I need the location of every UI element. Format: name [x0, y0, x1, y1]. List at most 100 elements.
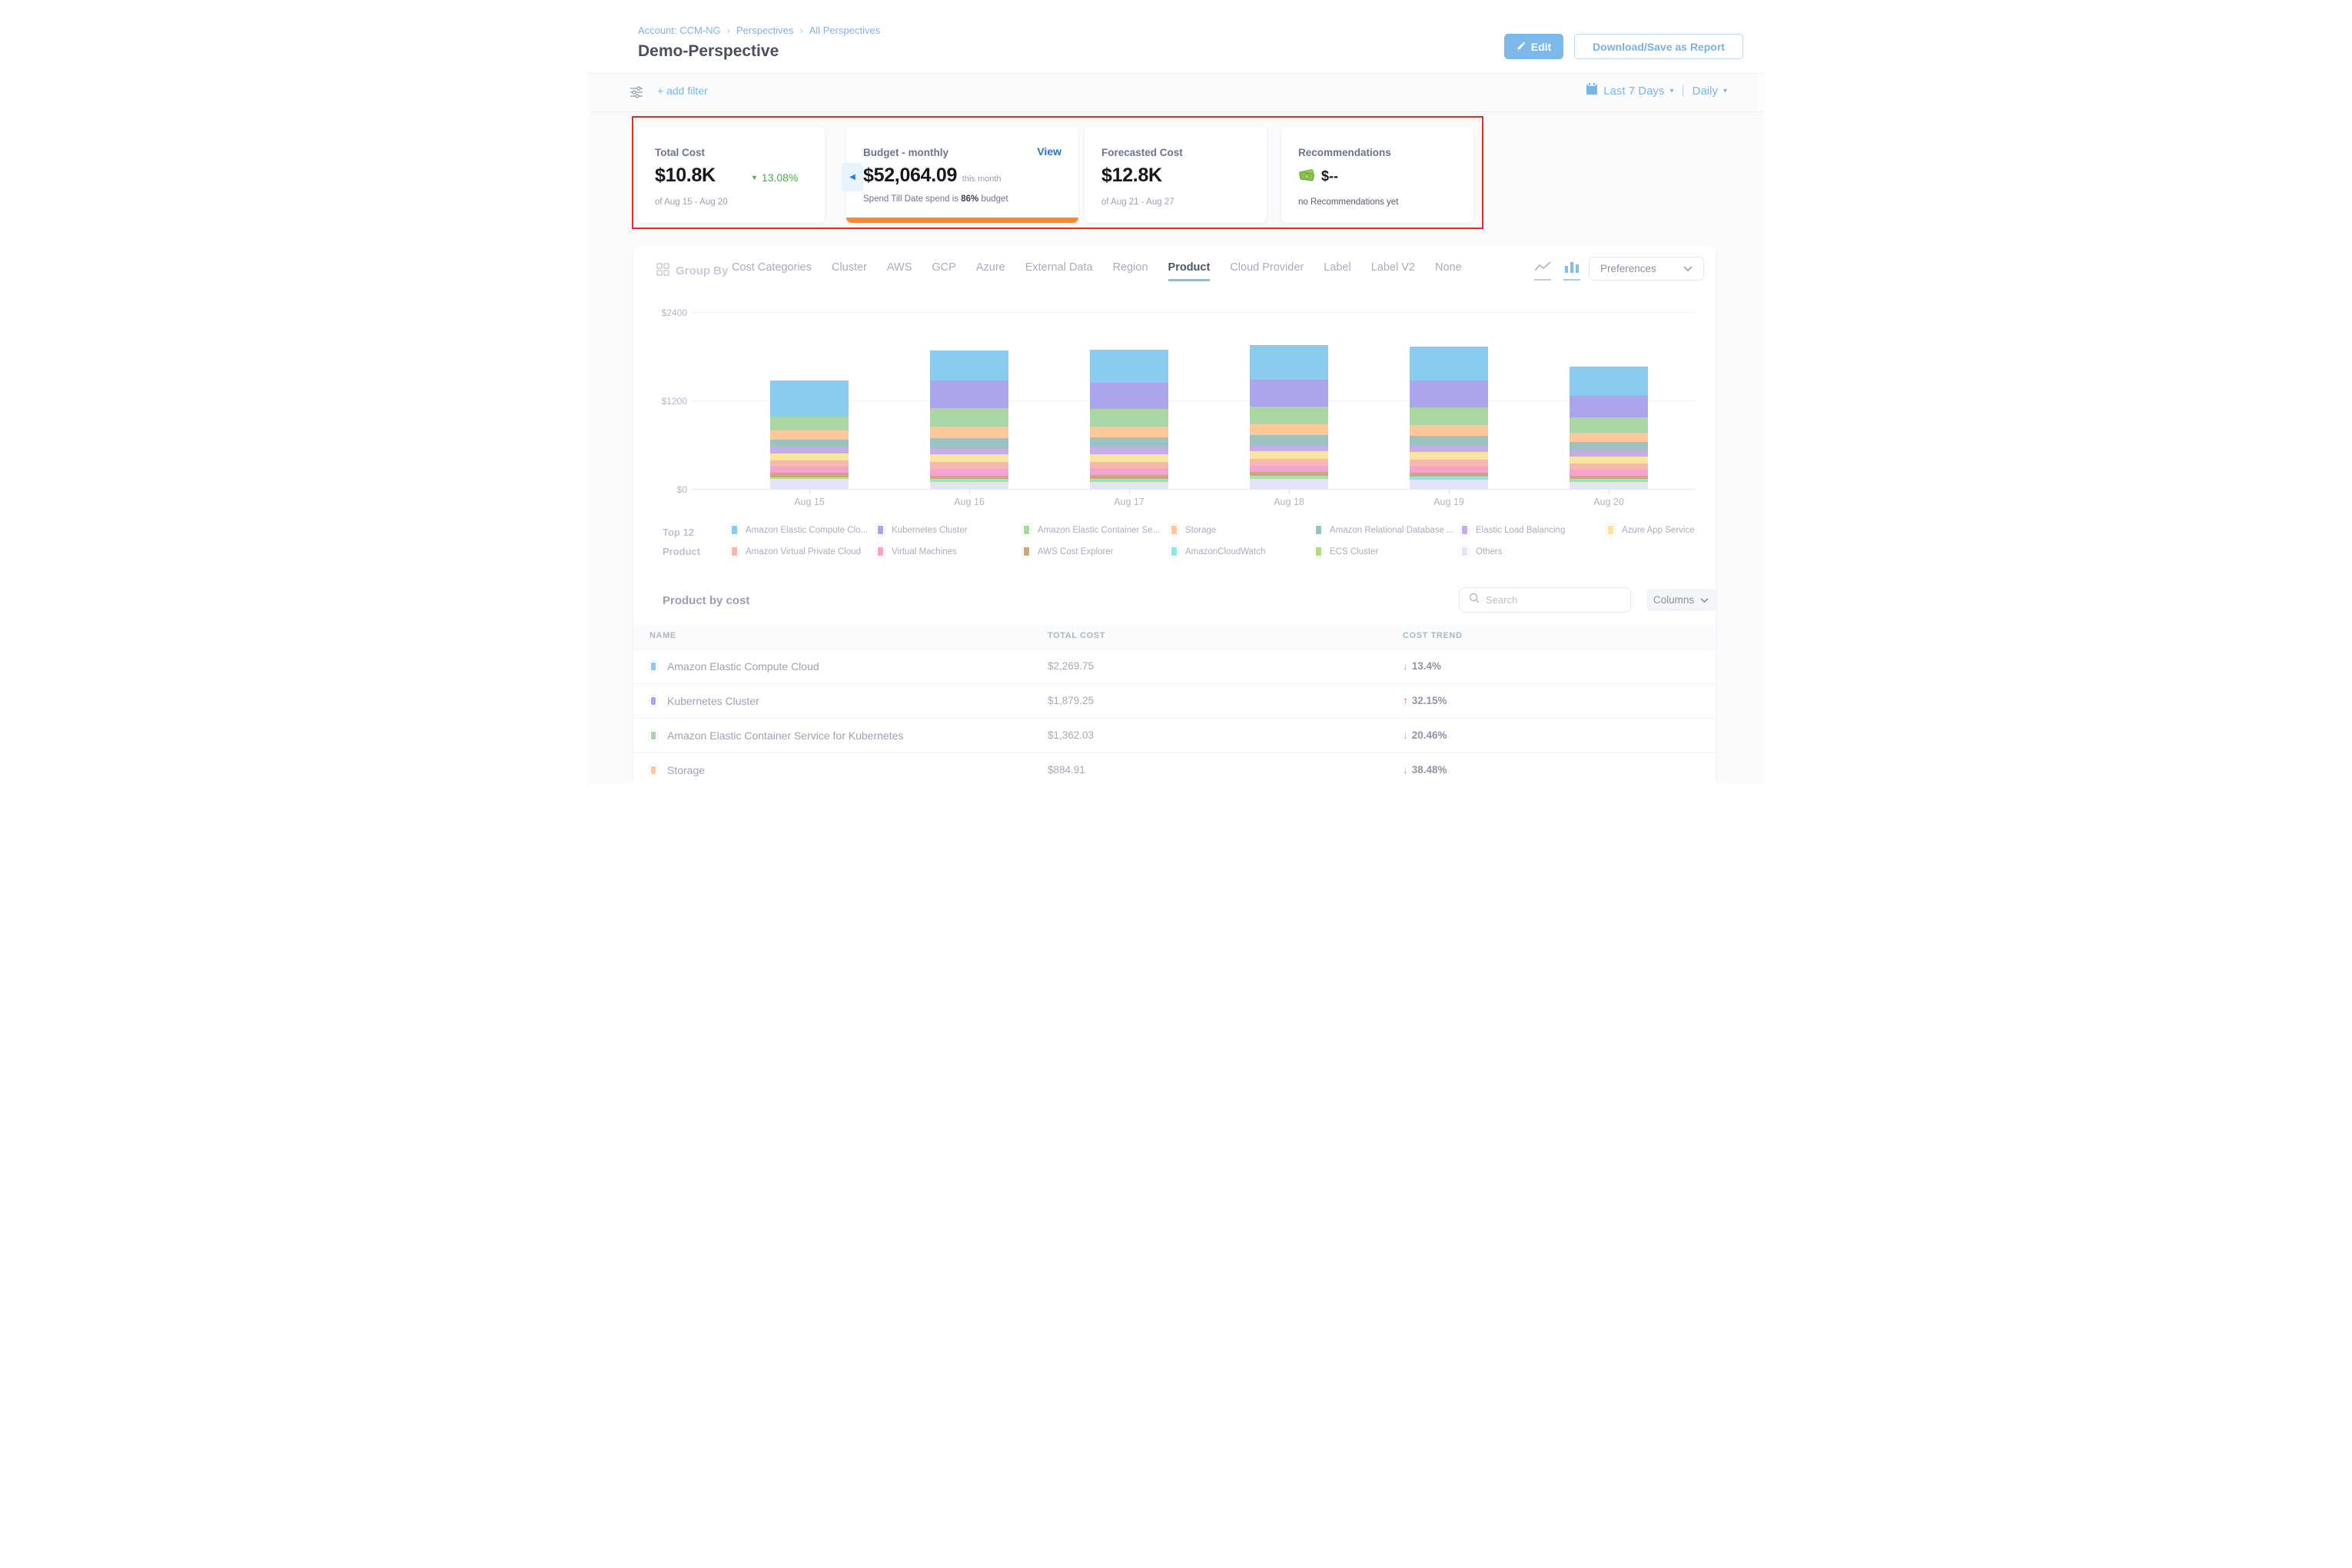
bar-segment-amazon-relational-database-service[interactable] [770, 440, 849, 447]
bar-segment-kubernetes-cluster[interactable] [930, 380, 1008, 408]
bar-segment-amazon-elastic-compute-cloud[interactable] [770, 380, 849, 417]
bar-segment-virtual-machines[interactable] [1570, 470, 1648, 476]
tab-label-v2[interactable]: Label V2 [1371, 261, 1415, 279]
bar-segment-virtual-machines[interactable] [930, 469, 1008, 476]
legend-item-azure-app-service[interactable]: Azure App Service [1606, 524, 1695, 536]
budget-view-link[interactable]: View [1037, 145, 1061, 158]
bar-segment-amazon-relational-database-service[interactable] [1090, 437, 1168, 447]
columns-dropdown[interactable]: Columns [1646, 589, 1716, 611]
stacked-bar-aug-19[interactable] [1410, 347, 1488, 489]
bar-segment-virtual-machines[interactable] [1090, 468, 1168, 475]
legend-item-aws-cost-explorer[interactable]: AWS Cost Explorer [1022, 546, 1114, 557]
date-range-selector[interactable]: Last 7 Days [1603, 85, 1664, 98]
bar-segment-amazon-virtual-private-cloud[interactable] [1410, 460, 1488, 467]
legend-item-amazon-virtual-private-cloud[interactable]: Amazon Virtual Private Cloud [730, 546, 861, 557]
granularity-selector[interactable]: Daily [1693, 85, 1718, 98]
bar-segment-storage[interactable] [930, 427, 1008, 437]
bar-segment-azure-app-service[interactable] [1250, 451, 1328, 459]
stacked-bar-aug-18[interactable] [1250, 345, 1328, 489]
bar-segment-amazon-elastic-container-service-for-kubernetes[interactable] [1410, 407, 1488, 425]
bar-segment-virtual-machines[interactable] [1410, 467, 1488, 473]
bar-segment-others[interactable] [1410, 480, 1488, 489]
tab-product[interactable]: Product [1168, 261, 1211, 281]
bar-segment-storage[interactable] [1410, 425, 1488, 436]
tab-aws[interactable]: AWS [887, 261, 912, 279]
preferences-dropdown[interactable]: Preferences [1589, 257, 1704, 281]
bar-chart-icon[interactable] [1563, 261, 1580, 281]
bar-segment-elastic-load-balancing[interactable] [930, 448, 1008, 454]
bar-segment-azure-app-service[interactable] [1570, 457, 1648, 463]
bar-segment-amazon-virtual-private-cloud[interactable] [930, 462, 1008, 468]
bar-segment-amazon-elastic-container-service-for-kubernetes[interactable] [770, 417, 849, 430]
bar-segment-storage[interactable] [1570, 433, 1648, 442]
legend-item-storage[interactable]: Storage [1170, 524, 1216, 536]
table-row-storage[interactable]: Storage$884.91↓38.48% [633, 753, 1716, 784]
bar-segment-amazon-elastic-compute-cloud[interactable] [1250, 345, 1328, 380]
legend-item-kubernetes-cluster[interactable]: Kubernetes Cluster [876, 524, 967, 536]
bar-segment-kubernetes-cluster[interactable] [1250, 380, 1328, 407]
breadcrumb-account[interactable]: Account: CCM-NG [638, 25, 721, 36]
tab-external-data[interactable]: External Data [1025, 261, 1093, 279]
column-header-total-cost[interactable]: TOTAL COST [1048, 631, 1105, 640]
filter-sliders-icon[interactable] [630, 85, 643, 103]
bar-segment-amazon-elastic-compute-cloud[interactable] [1090, 350, 1168, 383]
bar-segment-azure-app-service[interactable] [930, 454, 1008, 462]
bar-segment-amazon-relational-database-service[interactable] [930, 438, 1008, 448]
breadcrumb-perspectives[interactable]: Perspectives [736, 25, 793, 36]
bar-segment-amazon-elastic-container-service-for-kubernetes[interactable] [1570, 417, 1648, 433]
bar-segment-amazon-virtual-private-cloud[interactable] [1570, 463, 1648, 470]
bar-segment-amazon-relational-database-service[interactable] [1250, 435, 1328, 445]
legend-item-ecs-cluster[interactable]: ECS Cluster [1314, 546, 1378, 557]
bar-segment-elastic-load-balancing[interactable] [1410, 446, 1488, 453]
bar-segment-others[interactable] [1570, 482, 1648, 489]
legend-item-others[interactable]: Others [1460, 546, 1503, 557]
tab-gcp[interactable]: GCP [932, 261, 955, 279]
bar-segment-amazon-virtual-private-cloud[interactable] [1250, 459, 1328, 466]
table-row-kubernetes-cluster[interactable]: Kubernetes Cluster$1,879.25↑32.15% [633, 684, 1716, 719]
legend-item-elastic-load-balancing[interactable]: Elastic Load Balancing [1460, 524, 1565, 536]
tab-cluster[interactable]: Cluster [832, 261, 867, 279]
bar-segment-elastic-load-balancing[interactable] [1250, 445, 1328, 452]
tab-cloud-provider[interactable]: Cloud Provider [1230, 261, 1304, 279]
tab-azure[interactable]: Azure [976, 261, 1005, 279]
legend-item-amazon-elastic-container-se-[interactable]: Amazon Elastic Container Se... [1022, 524, 1160, 536]
bar-segment-others[interactable] [1250, 479, 1328, 488]
bar-segment-amazon-elastic-container-service-for-kubernetes[interactable] [1090, 409, 1168, 427]
bar-segment-amazon-elastic-compute-cloud[interactable] [1410, 347, 1488, 380]
bar-segment-others[interactable] [770, 479, 849, 488]
bar-segment-amazon-elastic-compute-cloud[interactable] [1570, 367, 1648, 396]
stacked-bar-aug-15[interactable] [770, 380, 849, 489]
column-header-cost-trend[interactable]: COST TREND [1403, 631, 1463, 640]
bar-segment-amazon-virtual-private-cloud[interactable] [770, 460, 849, 467]
bar-segment-storage[interactable] [1250, 424, 1328, 434]
bar-segment-azure-app-service[interactable] [1090, 454, 1168, 462]
bar-segment-amazon-elastic-container-service-for-kubernetes[interactable] [930, 408, 1008, 427]
bar-segment-virtual-machines[interactable] [1250, 466, 1328, 472]
collapse-budget-card-button[interactable]: ◀ [842, 163, 863, 191]
bar-segment-elastic-load-balancing[interactable] [770, 447, 849, 453]
bar-segment-storage[interactable] [1090, 427, 1168, 437]
download-save-report-button[interactable]: Download/Save as Report [1574, 34, 1743, 59]
bar-segment-amazon-elastic-compute-cloud[interactable] [930, 350, 1008, 380]
bar-segment-amazon-elastic-container-service-for-kubernetes[interactable] [1250, 407, 1328, 424]
bar-segment-azure-app-service[interactable] [770, 453, 849, 460]
table-row-amazon-elastic-container-service-for-kubernetes[interactable]: Amazon Elastic Container Service for Kub… [633, 719, 1716, 753]
tab-label[interactable]: Label [1324, 261, 1350, 279]
bar-segment-kubernetes-cluster[interactable] [1410, 380, 1488, 407]
column-header-name[interactable]: NAME [649, 631, 676, 640]
bar-segment-others[interactable] [930, 482, 1008, 489]
bar-segment-virtual-machines[interactable] [770, 467, 849, 473]
legend-item-virtual-machines[interactable]: Virtual Machines [876, 546, 957, 557]
table-row-amazon-elastic-compute-cloud[interactable]: Amazon Elastic Compute Cloud$2,269.75↓13… [633, 649, 1716, 684]
legend-item-amazon-elastic-compute-clo-[interactable]: Amazon Elastic Compute Clo... [730, 524, 868, 536]
edit-button[interactable]: Edit [1504, 34, 1563, 59]
bar-segment-amazon-relational-database-service[interactable] [1410, 436, 1488, 446]
tab-none[interactable]: None [1435, 261, 1462, 279]
bar-segment-azure-app-service[interactable] [1410, 452, 1488, 460]
bar-segment-kubernetes-cluster[interactable] [1570, 396, 1648, 417]
line-chart-icon[interactable] [1534, 261, 1551, 281]
bar-segment-kubernetes-cluster[interactable] [1090, 383, 1168, 409]
tab-cost-categories[interactable]: Cost Categories [732, 261, 812, 279]
breadcrumb-all-perspectives[interactable]: All Perspectives [809, 25, 880, 36]
legend-item-amazoncloudwatch[interactable]: AmazonCloudWatch [1170, 546, 1265, 557]
